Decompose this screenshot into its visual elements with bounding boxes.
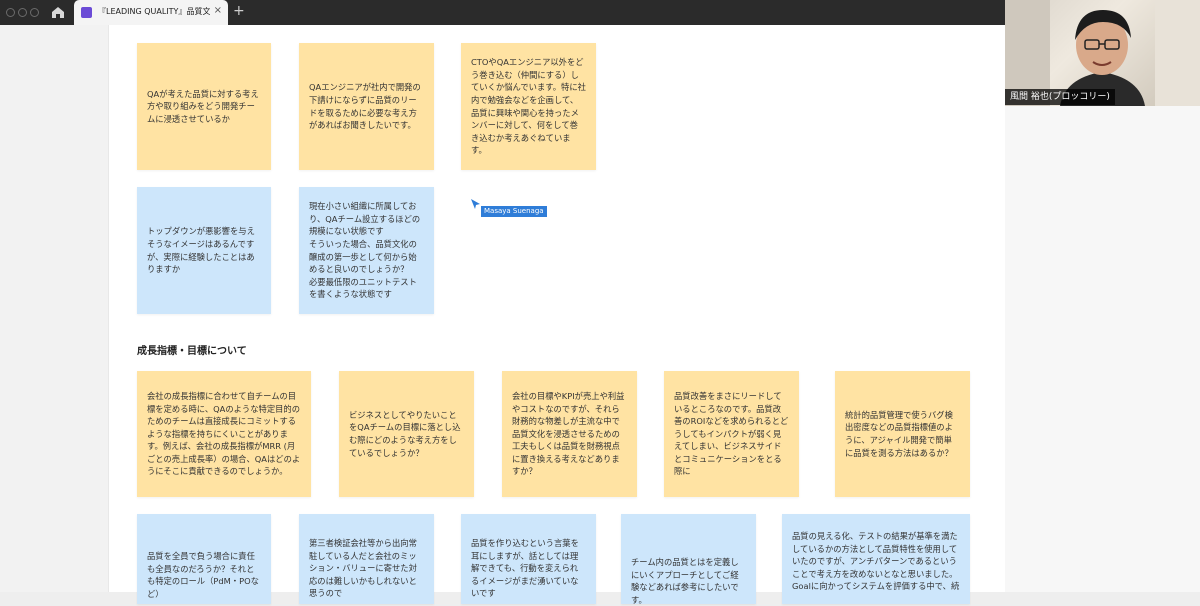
sticky-note[interactable]: トップダウンが悪影響を与えそうなイメージはあるんですが、実際に経験したことはあり… xyxy=(137,187,271,314)
window-minimize-icon[interactable] xyxy=(18,8,27,17)
sticky-note[interactable]: 品質を作り込むという言葉を耳にしますが、話としては理解できても、行動を変えられる… xyxy=(461,514,596,604)
sticky-note-text: チーム内の品質とはを定義しにいくアプローチとしてご経験などあれば参考にしたいです… xyxy=(631,557,739,605)
tab-close-icon[interactable]: × xyxy=(214,5,222,16)
window-maximize-icon[interactable] xyxy=(30,8,39,17)
sticky-note-text: QAが考えた品質に対する考え方や取り組みをどう開発チームに浸透させているか xyxy=(147,88,259,124)
sticky-note[interactable]: 現在小さい組織に所属しており、QAチーム設立するほどの規模にない状態です そうい… xyxy=(299,187,434,314)
sticky-note[interactable]: チーム内の品質とはを定義しにいくアプローチとしてご経験などあれば参考にしたいです… xyxy=(621,514,756,605)
sticky-note-text: 品質を全員で負う場合に責任も全員なのだろうか？それとも特定のロール（PdM・PO… xyxy=(147,551,259,599)
section-title: 成長指標・目標について xyxy=(137,346,247,357)
sticky-note[interactable]: 統計的品質管理で使うバグ検出密度などの品質指標値のように、アジャイル開発で簡単に… xyxy=(835,371,970,497)
sticky-note[interactable]: 品質の見える化、テストの結果が基準を満たしているかの方法として品質特性を使用して… xyxy=(782,514,970,604)
sticky-note-text: トップダウンが悪影響を与えそうなイメージはあるんですが、実際に経験したことはあり… xyxy=(147,226,255,275)
sticky-note-text: CTOやQAエンジニア以外をどう巻き込む（仲間にする）していくか悩んでいます。特… xyxy=(471,57,586,156)
sticky-note-text: 会社の成長指標に合わせて自チームの目標を定める時に、QAのような特定目的のための… xyxy=(147,390,301,477)
remote-cursor-icon xyxy=(471,195,481,214)
sticky-note[interactable]: 品質改善をまさにリードしているところなのです。品質改善のROIなどを求められると… xyxy=(664,371,799,497)
sticky-note[interactable]: 会社の成長指標に合わせて自チームの目標を定める時に、QAのような特定目的のための… xyxy=(137,371,311,497)
participant-name: 風間 裕也(プロッコリー) xyxy=(1005,89,1115,105)
sticky-note[interactable]: 会社の目標やKPIが売上や利益やコストなのですが、それら財務的な物差しが主流な中… xyxy=(502,371,637,497)
sticky-note[interactable]: QAエンジニアが社内で開発の下請けにならずに品質のリードを取るために必要な考え方… xyxy=(299,43,434,170)
sticky-note[interactable]: QAが考えた品質に対する考え方や取り組みをどう開発チームに浸透させているか xyxy=(137,43,271,170)
sticky-note[interactable]: 第三者検証会社等から出向常駐している人だと会社のミッション・バリューに寄せた対応… xyxy=(299,514,434,604)
sticky-note-text: QAエンジニアが社内で開発の下請けにならずに品質のリードを取るために必要な考え方… xyxy=(309,82,421,131)
sticky-note-text: 第三者検証会社等から出向常駐している人だと会社のミッション・バリューに寄せた対応… xyxy=(309,538,417,599)
sticky-note-text: 品質を作り込むという言葉を耳にしますが、話としては理解できても、行動を変えられる… xyxy=(471,538,579,599)
new-tab-button[interactable]: + xyxy=(233,3,245,19)
sticky-note[interactable]: CTOやQAエンジニア以外をどう巻き込む（仲間にする）していくか悩んでいます。特… xyxy=(461,43,596,170)
window-close-icon[interactable] xyxy=(6,8,15,17)
sticky-note-text: 会社の目標やKPIが売上や利益やコストなのですが、それら財務的な物差しが主流な中… xyxy=(512,390,625,477)
sticky-note[interactable]: 品質を全員で負う場合に責任も全員なのだろうか？それとも特定のロール（PdM・PO… xyxy=(137,514,271,604)
browser-titlebar: 『LEADING QUALITY』品質文化の醸 × + xyxy=(0,0,1005,25)
sticky-note-text: 品質の見える化、テストの結果が基準を満たしているかの方法として品質特性を使用して… xyxy=(792,531,960,592)
sticky-note-text: 統計的品質管理で使うバグ検出密度などの品質指標値のように、アジャイル開発で簡単に… xyxy=(845,409,953,458)
sticky-note[interactable]: ビジネスとしてやりたいことをQAチームの目標に落とし込む際にどのような考え方をし… xyxy=(339,371,474,497)
sticky-note-text: 現在小さい組織に所属しており、QAチーム設立するほどの規模にない状態です そうい… xyxy=(309,201,421,300)
home-icon[interactable] xyxy=(50,5,66,20)
miro-board-icon xyxy=(81,7,92,18)
sticky-note-text: ビジネスとしてやりたいことをQAチームの目標に落とし込む際にどのような考え方をし… xyxy=(349,409,461,458)
sticky-note-text: 品質改善をまさにリードしているところなのです。品質改善のROIなどを求められると… xyxy=(674,390,789,477)
tab-title: 『LEADING QUALITY』品質文化の醸 xyxy=(98,7,210,16)
browser-tab-active[interactable]: 『LEADING QUALITY』品質文化の醸 × xyxy=(74,0,228,25)
remote-cursor-label: Masaya Suenaga xyxy=(481,206,547,217)
